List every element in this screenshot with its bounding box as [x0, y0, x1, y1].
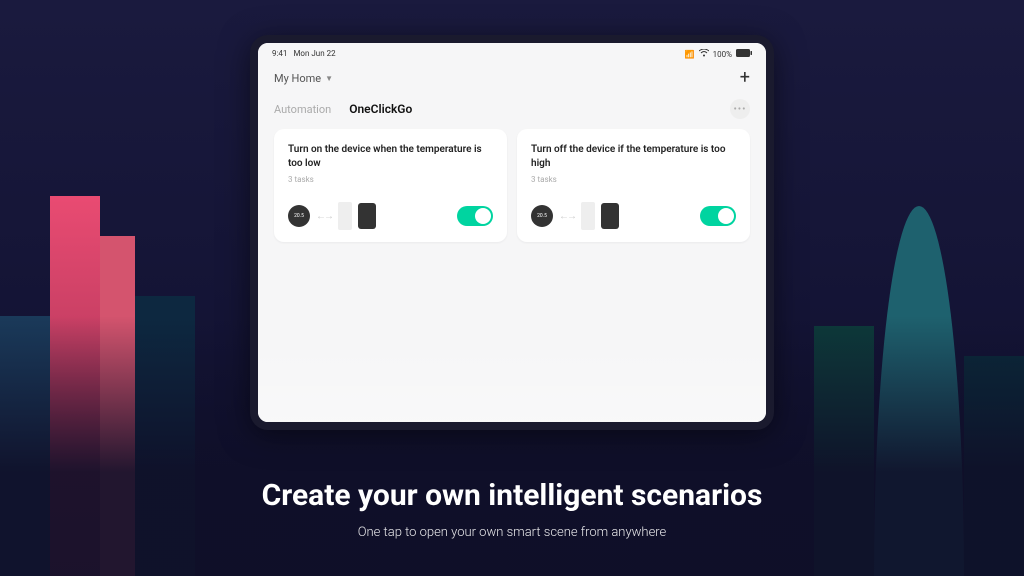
page-subtitle: One tap to open your own smart scene fro…	[0, 525, 1024, 540]
home-label: My Home	[274, 72, 321, 85]
wifi-icon	[699, 49, 709, 59]
device-icon	[581, 202, 595, 230]
scenario-title: Turn on the device when the temperature …	[288, 143, 493, 171]
arrow-icon: ←→	[316, 211, 332, 222]
home-dropdown[interactable]: My Home ▼	[274, 72, 333, 85]
tab-automation[interactable]: Automation	[274, 103, 331, 116]
tablet-screen: 9:41 Mon Jun 22 📶 100% My Home ▼ +	[258, 43, 766, 422]
thermostat-icon: 20.5	[288, 205, 310, 227]
device-icon	[338, 202, 352, 230]
marketing-text: Create your own intelligent scenarios On…	[0, 478, 1024, 540]
app-header: My Home ▼ +	[258, 61, 766, 95]
scenario-card[interactable]: Turn on the device when the temperature …	[274, 129, 507, 242]
scenario-title: Turn off the device if the temperature i…	[531, 143, 736, 171]
battery-icon	[736, 49, 752, 59]
status-date: Mon Jun 22	[293, 49, 335, 59]
thermostat-icon: 20.5	[531, 205, 553, 227]
scenario-toggle[interactable]	[457, 206, 493, 226]
scenario-icons: 20.5 ←→	[288, 202, 376, 230]
tabs: Automation OneClickGo •••	[258, 95, 766, 129]
scenario-toggle[interactable]	[700, 206, 736, 226]
status-bar: 9:41 Mon Jun 22 📶 100%	[258, 43, 766, 61]
scenario-subtitle: 3 tasks	[531, 175, 736, 184]
device-icon	[358, 203, 376, 229]
page-headline: Create your own intelligent scenarios	[0, 478, 1024, 513]
scenario-subtitle: 3 tasks	[288, 175, 493, 184]
arrow-icon: ←→	[559, 211, 575, 222]
battery-percent: 100%	[713, 50, 732, 59]
scenario-icons: 20.5 ←→	[531, 202, 619, 230]
status-time: 9:41	[272, 49, 287, 59]
scenario-card[interactable]: Turn off the device if the temperature i…	[517, 129, 750, 242]
scenario-cards: Turn on the device when the temperature …	[258, 129, 766, 242]
device-icon	[601, 203, 619, 229]
tab-oneclickgo[interactable]: OneClickGo	[349, 102, 412, 116]
add-button[interactable]: +	[740, 69, 750, 87]
signal-icon: 📶	[685, 50, 695, 59]
tablet-device: 9:41 Mon Jun 22 📶 100% My Home ▼ +	[250, 35, 774, 430]
chevron-down-icon: ▼	[325, 74, 333, 83]
more-button[interactable]: •••	[730, 99, 750, 119]
screen-fade	[258, 342, 766, 422]
